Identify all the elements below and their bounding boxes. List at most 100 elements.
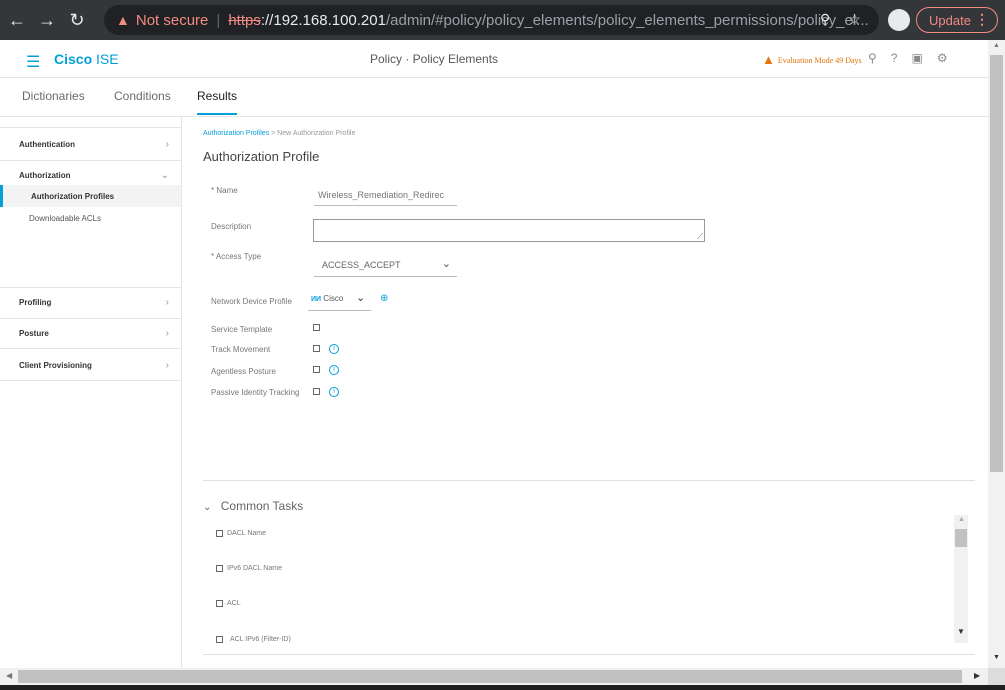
warning-icon: ▲ <box>116 12 130 28</box>
main-content: Authorization Profiles > New Authorizati… <box>183 117 988 668</box>
resize-handle-icon[interactable]: ⟋ <box>697 232 703 242</box>
browser-toolbar: ← → ↻ ▲ Not secure | https ://192.168.10… <box>0 0 1005 40</box>
common-tasks-toggle[interactable]: ⌄ Common Tasks <box>203 499 303 513</box>
tab-dictionaries[interactable]: Dictionaries <box>22 89 85 103</box>
sidebar-divider <box>0 127 181 128</box>
reload-icon[interactable]: ↻ <box>64 7 90 33</box>
page-horizontal-scrollbar[interactable]: ◀ ▶ <box>0 668 988 685</box>
sidebar-item-posture[interactable]: Posture › <box>0 319 181 347</box>
name-input[interactable]: Wireless_Remediation_Redirec <box>314 190 457 206</box>
evaluation-warning[interactable]: ▲ Evaluation Mode 49 Days <box>762 52 862 68</box>
network-device-profile-select[interactable]: ИИ Cisco ⌄ <box>308 290 371 311</box>
hamburger-menu-icon[interactable]: ☰ <box>26 52 40 72</box>
info-icon[interactable]: i <box>329 344 339 354</box>
scrollbar-thumb[interactable] <box>990 55 1003 472</box>
chevron-right-icon: › <box>165 296 169 308</box>
profile-avatar[interactable] <box>888 9 910 31</box>
scroll-left-icon[interactable]: ◀ <box>6 671 12 680</box>
window-bottom-edge <box>0 685 1005 690</box>
info-icon[interactable]: i <box>329 365 339 375</box>
app-window: ☰ Cisco ISE Policy · Policy Elements ▲ E… <box>0 40 988 668</box>
sidebar-item-label: Posture <box>19 328 49 338</box>
list-item-label: DACL Name <box>227 530 267 537</box>
breadcrumb-link[interactable]: Authorization Profiles <box>203 130 269 137</box>
list-item[interactable]: ACL IPv6 (Filter-ID) <box>216 636 291 643</box>
breadcrumb-current: New Authorization Profile <box>277 130 356 137</box>
forward-icon[interactable]: → <box>34 7 60 33</box>
network-device-profile-value: Cisco <box>323 294 344 303</box>
name-value: Wireless_Remediation_Redirec <box>318 190 445 200</box>
sidebar-item-authorization-profiles[interactable]: Authorization Profiles <box>0 185 181 207</box>
search-icon[interactable]: ⚲ <box>868 51 877 65</box>
sidebar-divider <box>0 380 181 381</box>
scrollbar-thumb[interactable] <box>955 529 967 547</box>
common-tasks-title: Common Tasks <box>220 499 304 513</box>
cisco-logo-icon: ИИ <box>311 296 322 303</box>
form-title: Authorization Profile <box>203 149 320 164</box>
scrollbar-corner <box>988 668 1005 685</box>
scroll-up-icon[interactable]: ▲ <box>958 516 965 523</box>
brand-ise: ISE <box>92 51 119 67</box>
update-button[interactable]: Update ⋮ <box>916 7 998 33</box>
acl-checkbox[interactable] <box>216 600 223 607</box>
globe-icon[interactable]: ⊕ <box>380 293 388 304</box>
url-host: ://192.168.100.201 <box>260 11 386 29</box>
brand-logo[interactable]: Cisco ISE <box>54 51 119 67</box>
tab-conditions[interactable]: Conditions <box>114 89 171 103</box>
dashboard-icon[interactable]: ▣ <box>911 51 922 65</box>
sidebar-item-authentication[interactable]: Authentication › <box>0 130 181 158</box>
address-bar[interactable]: ▲ Not secure | https ://192.168.100.201 … <box>104 5 879 35</box>
sidebar-item-label: Authentication <box>19 139 75 149</box>
common-tasks-scrollbar[interactable]: ▲ ▼ <box>954 515 968 643</box>
update-label: Update <box>929 12 971 28</box>
bookmark-star-icon[interactable]: ☆ <box>848 11 861 28</box>
scrollbar-thumb[interactable] <box>18 670 962 683</box>
list-item-label: ACL IPv6 (Filter-ID) <box>230 636 291 643</box>
sidebar-item-label: Client Provisioning <box>19 360 92 370</box>
list-item[interactable]: IPv6 DACL Name <box>216 565 282 572</box>
access-type-label: * Access Type <box>211 252 262 261</box>
sidebar-item-profiling[interactable]: Profiling › <box>0 288 181 316</box>
track-movement-label: Track Movement <box>211 345 271 354</box>
omnibox-separator: | <box>216 11 221 29</box>
service-template-checkbox[interactable] <box>313 324 320 331</box>
scroll-right-icon[interactable]: ▶ <box>974 671 980 680</box>
track-movement-checkbox[interactable] <box>313 345 320 352</box>
acl-ipv6-checkbox[interactable] <box>216 636 223 643</box>
sidebar-item-client-provisioning[interactable]: Client Provisioning › <box>0 351 181 379</box>
list-item[interactable]: DACL Name <box>216 530 266 537</box>
chevron-right-icon: › <box>165 359 169 371</box>
gear-icon[interactable]: ⚙ <box>937 51 948 65</box>
passive-identity-tracking-checkbox[interactable] <box>313 388 320 395</box>
access-type-select[interactable]: ACCESS_ACCEPT ⌄ <box>314 253 457 277</box>
sidebar-item-downloadable-acls[interactable]: Downloadable ACLs <box>0 207 181 229</box>
sidebar-item-label: Authorization <box>19 170 71 180</box>
brand-cisco: Cisco <box>54 51 93 67</box>
description-label: Description <box>211 222 252 231</box>
scroll-down-icon[interactable]: ▼ <box>957 627 965 636</box>
back-icon[interactable]: ← <box>4 7 30 33</box>
help-icon[interactable]: ? <box>891 51 898 65</box>
sidebar-item-label: Profiling <box>19 297 52 307</box>
tab-results[interactable]: Results <box>197 89 238 115</box>
page-vertical-scrollbar[interactable]: ▲ ▼ <box>988 40 1005 668</box>
list-item[interactable]: ACL <box>216 600 241 607</box>
scroll-up-icon[interactable]: ▲ <box>993 42 1000 49</box>
scroll-down-icon[interactable]: ▼ <box>993 654 1000 661</box>
page-title: Policy · Policy Elements <box>370 52 499 66</box>
dacl-name-checkbox[interactable] <box>216 530 223 537</box>
app-header: ☰ Cisco ISE Policy · Policy Elements ▲ E… <box>0 40 988 78</box>
description-textarea[interactable]: ⟋ <box>313 219 705 242</box>
agentless-posture-checkbox[interactable] <box>313 366 320 373</box>
list-item-label: ACL <box>227 600 241 607</box>
zoom-icon[interactable]: ⚲ <box>820 11 830 28</box>
info-icon[interactable]: i <box>329 387 339 397</box>
ipv6-dacl-name-checkbox[interactable] <box>216 565 223 572</box>
not-secure-label[interactable]: Not secure <box>136 12 209 29</box>
agentless-posture-label: Agentless Posture <box>211 367 276 376</box>
section-divider <box>203 654 975 655</box>
tab-bar: Dictionaries Conditions Results <box>0 79 988 117</box>
chevron-right-icon: › <box>165 327 169 339</box>
section-divider <box>203 480 975 481</box>
list-item-label: IPv6 DACL Name <box>227 565 282 572</box>
